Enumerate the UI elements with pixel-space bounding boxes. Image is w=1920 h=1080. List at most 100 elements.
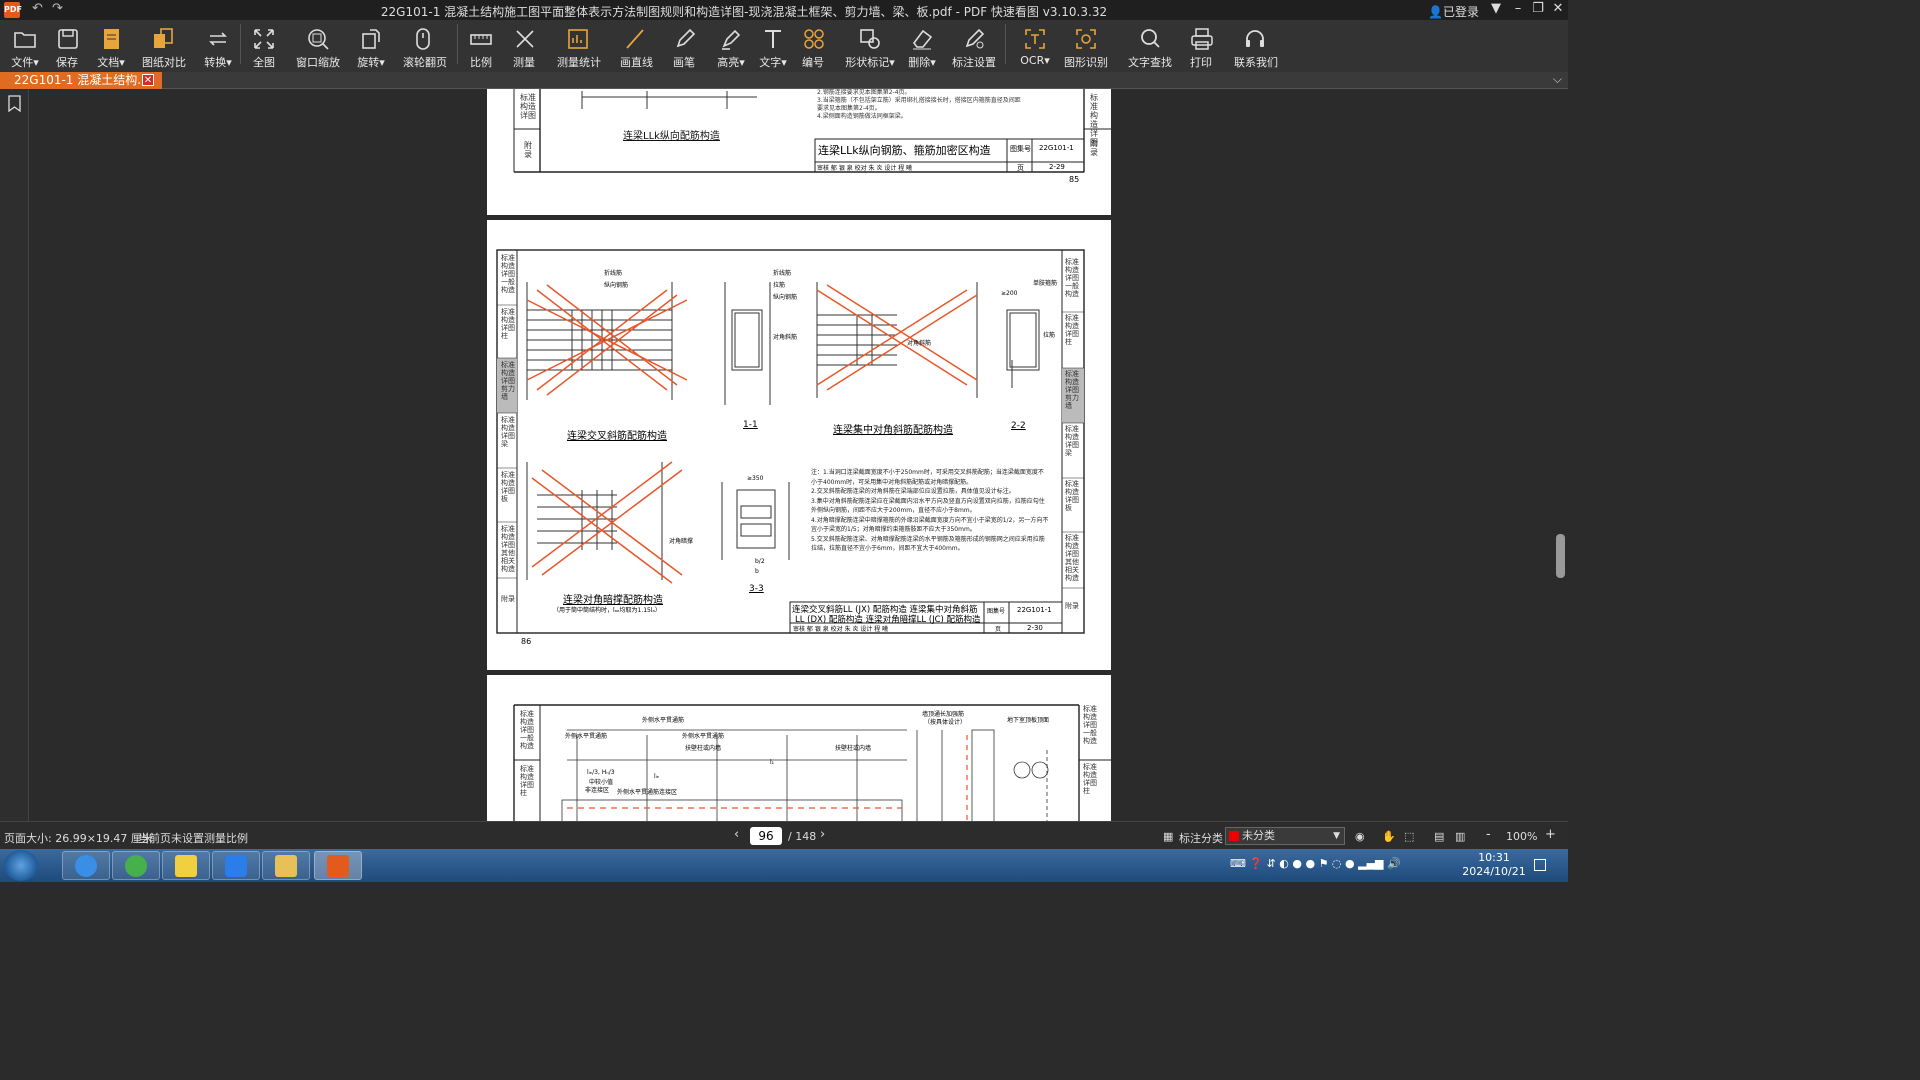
figure-caption: 连梁集中对角斜筋配筋构造 [833, 425, 953, 436]
toolbar-folder-button[interactable]: 文件▾ [10, 24, 40, 70]
select-tool-icon[interactable]: ⬚ [1404, 830, 1414, 843]
mouse-scroll-icon [403, 24, 443, 54]
drawing-label: 拉筋 [1043, 332, 1056, 339]
taskbar-app-help[interactable] [162, 851, 210, 880]
taskbar-app-ie[interactable] [112, 851, 160, 880]
toolbar-annotation-settings-button[interactable]: 标注设置 [952, 24, 996, 70]
toolbar-text-button[interactable]: 文字▾ [758, 24, 788, 70]
toolbar-document-button[interactable]: 文档▾ [96, 24, 126, 70]
side-panel [0, 89, 29, 821]
restore-button[interactable]: ❐ [1528, 1, 1548, 16]
toolbar-label: 文字▾ [759, 56, 787, 69]
document-tab[interactable]: 22G101-1 混凝土结构... ✕ [0, 72, 162, 89]
vertical-scrollbar[interactable] [1551, 89, 1568, 821]
sidebar-label: 附录 [1090, 139, 1098, 157]
toolbar-label: 保存 [56, 56, 78, 69]
section-label: 2-2 [1011, 421, 1026, 431]
toolbar-search-button[interactable]: 文字查找 [1128, 24, 1172, 70]
main-toolbar: 文件▾ 保存 文档▾ 图纸对比 转换▾ 全图 窗口缩放 旋转▾ 滚轮翻页 比例 测量 测量统计 画直线 画… [0, 20, 1568, 72]
system-tray[interactable]: ⌨ ❓ ⇵ ◐ ● ● ⚑ ◌ ● ▂▄▆ 🔊 [1230, 857, 1401, 870]
toolbar-label: 图形识别 [1064, 56, 1108, 69]
toolbar-save-button[interactable]: 保存 [55, 24, 79, 70]
toolbar-highlight-button[interactable]: 高亮▾ [716, 24, 746, 70]
zoom-in-button[interactable]: + [1545, 827, 1556, 842]
user-icon: 👤 [1428, 5, 1443, 19]
zoom-out-button[interactable]: - [1486, 827, 1491, 842]
scrollbar-thumb[interactable] [1556, 534, 1565, 578]
drawing-label: 外侧水平贯通筋 [565, 733, 608, 740]
clock[interactable]: 10:31 2024/10/21 [1460, 851, 1528, 879]
sidebar-label: 附录 [524, 141, 532, 159]
toolbar-print-button[interactable]: 打印 [1189, 24, 1213, 70]
taskbar-app-browser[interactable] [62, 851, 110, 880]
minimize-button[interactable]: – [1508, 1, 1528, 16]
category-select[interactable]: 未分类 ▼ [1225, 827, 1345, 845]
sidebar-label: 附录 [501, 595, 515, 603]
toolbar-shape-mark-button[interactable]: 形状标记▾ [845, 24, 895, 70]
sidebar-label: 标准构造详图 剪力墙 [1065, 370, 1079, 410]
start-button[interactable] [4, 850, 38, 881]
toolbar-compare-button[interactable]: 图纸对比 [142, 24, 186, 70]
close-button[interactable]: ✕ [1548, 1, 1568, 16]
toolbar-measure-button[interactable]: 测量 [512, 24, 536, 70]
next-page-icon[interactable]: › [820, 827, 825, 842]
highlight-icon [716, 24, 746, 54]
toolbar-rotate-button[interactable]: 旋转▾ [356, 24, 386, 70]
single-page-view-icon[interactable]: ▤ [1434, 830, 1444, 843]
drawing-label: ≥200 [1001, 290, 1018, 297]
toolbar-line-button[interactable]: 画直线 [620, 24, 653, 70]
bookmark-icon[interactable] [8, 95, 21, 112]
taskbar-app-explorer[interactable] [262, 851, 310, 880]
action-center-icon[interactable] [1534, 859, 1546, 871]
toolbar-scale-button[interactable]: 比例 [468, 24, 494, 70]
zoom-level[interactable]: 100% [1506, 830, 1537, 843]
taskbar-app-feishu[interactable] [212, 851, 260, 880]
category-label: 标注分类 [1179, 832, 1223, 845]
toolbar-shape-recognition-button[interactable]: 图形识别 [1064, 24, 1108, 70]
figure-note: （用于筒中筒结构时，lₐₑ均取为1.15lₐ） [553, 607, 661, 614]
rotate-icon [356, 24, 386, 54]
compare-icon [142, 24, 184, 54]
toolbar-measure-stats-button[interactable]: 测量统计 [557, 24, 601, 70]
eye-icon[interactable]: ◉ [1355, 830, 1365, 843]
login-status[interactable]: 👤已登录 [1428, 3, 1479, 20]
continuous-view-icon[interactable]: ▥ [1455, 830, 1465, 843]
drawing-label: lₗₑ [654, 773, 660, 780]
drawing-label: 纵向钢筋 [773, 294, 798, 301]
scale-status[interactable]: 当前页未设置测量比例 [138, 830, 248, 846]
prev-page-icon[interactable]: ‹ [734, 827, 739, 842]
hand-tool-icon[interactable]: ✋ [1382, 830, 1396, 843]
toolbar-eraser-button[interactable]: 删除▾ [906, 24, 938, 70]
toolbar-label: 旋转▾ [357, 56, 385, 69]
category-icon: ▦ [1163, 830, 1174, 843]
toolbar-headset-button[interactable]: 联系我们 [1234, 24, 1278, 70]
sidebar-label: 标准构造详图 剪力墙 [501, 361, 515, 401]
sidebar-label: 标准构造详图 板 [1065, 480, 1079, 512]
figure-caption: 连梁交叉斜筋配筋构造 [567, 431, 667, 442]
drawing-label: lₗₑ/3, Hₙ/3 [587, 769, 615, 776]
atlas-no: 22G101-1 [1039, 144, 1074, 152]
toolbar-window-zoom-button[interactable]: 窗口缩放 [296, 24, 340, 70]
measure-stats-icon [557, 24, 599, 54]
close-tab-icon[interactable]: ✕ [142, 74, 154, 86]
drawing-label: 地下室顶板顶面 [1007, 717, 1050, 724]
toolbar-ocr-button[interactable]: OCR▾ [1018, 24, 1052, 70]
document-viewer[interactable]: 标准构造详图 附录 标准构造详图 附录 连梁LLk纵向配筋构造 2.钢筋连接要求… [29, 89, 1551, 821]
toolbar-numbering-button[interactable]: 编号 [801, 24, 825, 70]
chevron-down-icon[interactable]: ⌵ [1553, 72, 1562, 87]
toolbar-label: 滚轮翻页 [403, 56, 447, 69]
menu-dropdown-icon[interactable]: ▼ [1486, 1, 1506, 16]
sidebar-label: 标准构造详图 梁 [1065, 425, 1079, 457]
toolbar-pen-button[interactable]: 画笔 [672, 24, 696, 70]
taskbar-app-pdf-viewer[interactable] [314, 851, 362, 880]
folder-icon [10, 24, 40, 54]
measure-icon [512, 24, 536, 54]
document-icon [96, 24, 126, 54]
toolbar-convert-button[interactable]: 转换▾ [203, 24, 233, 70]
toolbar-fullview-button[interactable]: 全图 [250, 24, 278, 70]
toolbar-mouse-scroll-button[interactable]: 滚轮翻页 [403, 24, 447, 70]
sidebar-label: 标准构造详图 梁 [501, 416, 515, 448]
toolbar-label: 形状标记▾ [845, 56, 895, 69]
page-number-input[interactable]: 96 [750, 827, 782, 845]
figure-caption: 连梁LLk纵向配筋构造 [623, 131, 720, 142]
